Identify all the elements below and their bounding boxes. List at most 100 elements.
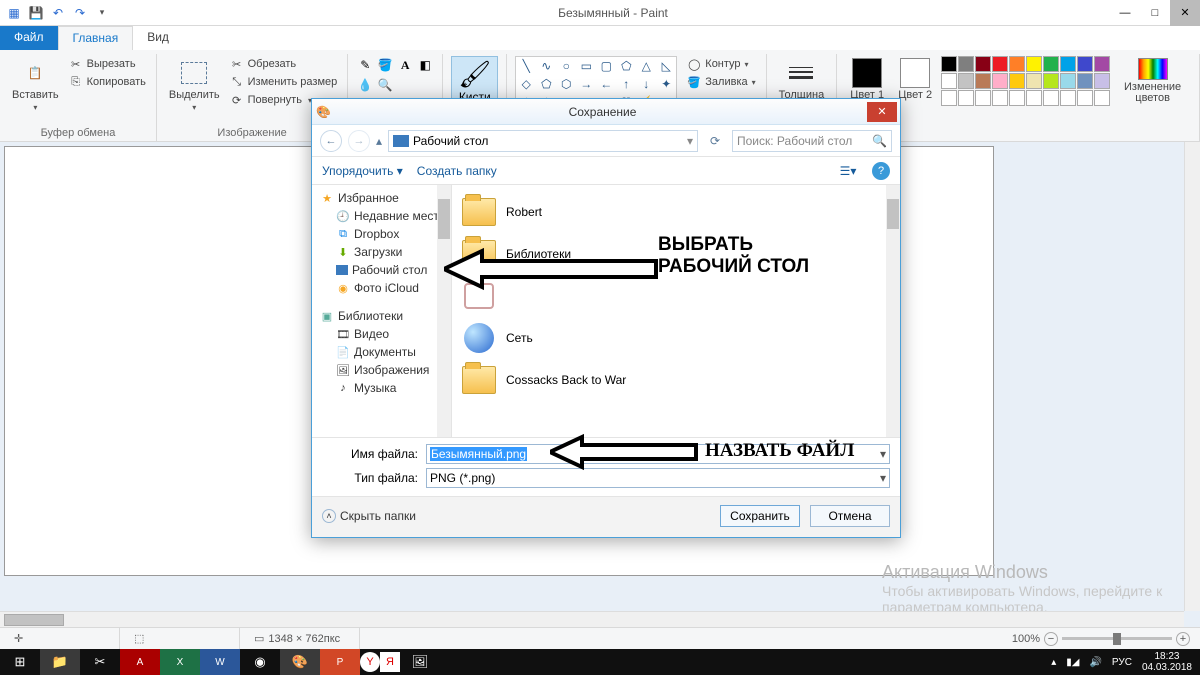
zoom-out-button[interactable]: − [1044, 632, 1058, 646]
palette-color[interactable] [1043, 73, 1059, 89]
hide-folders-button[interactable]: ˄Скрыть папки [322, 509, 416, 523]
palette-color[interactable] [958, 90, 974, 106]
maximize-button[interactable]: □ [1140, 0, 1170, 26]
tab-home[interactable]: Главная [58, 26, 134, 50]
nav-forward-button[interactable]: → [348, 130, 370, 152]
organize-button[interactable]: Упорядочить ▾ [322, 164, 403, 178]
taskbar-word[interactable]: W [200, 649, 240, 675]
palette-color[interactable] [1009, 90, 1025, 106]
taskbar-excel[interactable]: X [160, 649, 200, 675]
palette-color[interactable] [1077, 73, 1093, 89]
eraser-tool[interactable]: ◧ [416, 56, 434, 74]
tray-lang[interactable]: РУС [1112, 657, 1132, 668]
palette-color[interactable] [1094, 73, 1110, 89]
text-tool[interactable]: A [396, 56, 414, 74]
filename-input[interactable]: Безымянный.png▾ [426, 444, 890, 464]
tree-documents[interactable]: 📄Документы [314, 343, 449, 361]
palette-color[interactable] [1060, 56, 1076, 72]
palette-color[interactable] [975, 90, 991, 106]
tab-file[interactable]: Файл [0, 26, 58, 50]
tree-dropbox[interactable]: ⧉Dropbox [314, 225, 449, 243]
edit-colors-button[interactable]: Изменение цветов [1114, 56, 1191, 106]
palette-color[interactable] [992, 73, 1008, 89]
shape-darrow[interactable]: ↓ [636, 75, 656, 93]
palette-color[interactable] [958, 73, 974, 89]
palette-color[interactable] [975, 73, 991, 89]
tray-clock[interactable]: 18:23 04.03.2018 [1142, 651, 1192, 673]
taskbar-paint[interactable]: 🎨 [280, 649, 320, 675]
tree-desktop[interactable]: Рабочий стол [314, 261, 449, 279]
shape-larrow[interactable]: ← [596, 75, 616, 93]
palette-color[interactable] [992, 90, 1008, 106]
close-button[interactable]: ✕ [1170, 0, 1200, 26]
zoom-thumb[interactable] [1113, 633, 1121, 645]
file-libraries[interactable]: Библиотеки [460, 233, 892, 275]
palette-color[interactable] [992, 56, 1008, 72]
palette-color[interactable] [975, 56, 991, 72]
tray-volume-icon[interactable]: 🔊 [1089, 657, 1101, 668]
view-options-button[interactable]: ☰▾ [838, 161, 858, 181]
palette-color[interactable] [1043, 56, 1059, 72]
tree-recent[interactable]: 🕘Недавние места [314, 207, 449, 225]
shape-poly[interactable]: ⬠ [616, 57, 636, 75]
resize-button[interactable]: ⤡Изменить размер [228, 74, 340, 90]
shape-oval[interactable]: ○ [556, 57, 576, 75]
tree-icloud[interactable]: ◉Фото iCloud [314, 279, 449, 297]
shape-hex[interactable]: ⬡ [556, 75, 576, 93]
qat-customize-icon[interactable]: ▾ [92, 3, 112, 23]
shape-rect[interactable]: ▭ [576, 57, 596, 75]
dialog-close-button[interactable]: ✕ [867, 102, 897, 122]
palette-color[interactable] [1094, 90, 1110, 106]
zoom-slider[interactable] [1062, 637, 1172, 640]
shape-4star[interactable]: ✦ [656, 75, 676, 93]
palette-color[interactable] [941, 90, 957, 106]
shape-rarrow[interactable]: → [576, 75, 596, 93]
shape-roundrect[interactable]: ▢ [596, 57, 616, 75]
palette-color[interactable] [941, 73, 957, 89]
shape-rtri[interactable]: ◺ [656, 57, 676, 75]
outline-button[interactable]: ◯Контур▾ [685, 56, 757, 72]
picker-tool[interactable]: 💧 [356, 76, 374, 94]
new-folder-button[interactable]: Создать папку [417, 164, 497, 178]
copy-button[interactable]: ⎘Копировать [67, 74, 148, 90]
save-icon[interactable]: 💾 [26, 3, 46, 23]
palette-color[interactable] [1077, 90, 1093, 106]
shape-pent[interactable]: ⬠ [536, 75, 556, 93]
palette-color[interactable] [958, 56, 974, 72]
pencil-tool[interactable]: ✎ [356, 56, 374, 74]
cancel-button[interactable]: Отмена [810, 505, 890, 527]
tree-music[interactable]: ♪Музыка [314, 379, 449, 397]
zoom-in-button[interactable]: + [1176, 632, 1190, 646]
fill-shape-button[interactable]: 🪣Заливка▾ [685, 74, 757, 90]
tree-downloads[interactable]: ⬇Загрузки [314, 243, 449, 261]
filetype-combo[interactable]: PNG (*.png) [426, 468, 890, 488]
shape-tri[interactable]: △ [636, 57, 656, 75]
files-scrollbar[interactable] [886, 185, 900, 437]
taskbar-yandex2[interactable]: Я [380, 652, 400, 672]
tray-network-icon[interactable]: ▮◢ [1066, 657, 1079, 668]
shape-curve[interactable]: ∿ [536, 57, 556, 75]
file-list[interactable]: Robert Библиотеки Сеть Cossacks Back to … [452, 185, 900, 437]
minimize-button[interactable]: — [1110, 0, 1140, 26]
palette-color[interactable] [1043, 90, 1059, 106]
taskbar-snip[interactable]: ✂ [80, 649, 120, 675]
file-cossacks[interactable]: Cossacks Back to War [460, 359, 892, 401]
cut-button[interactable]: ✂Вырезать [67, 56, 148, 72]
hscroll-thumb[interactable] [4, 614, 64, 626]
nav-tree[interactable]: ★Избранное 🕘Недавние места ⧉Dropbox ⬇Заг… [312, 185, 452, 437]
color2-button[interactable]: Цвет 2 [893, 56, 937, 103]
palette-color[interactable] [941, 56, 957, 72]
tree-libraries[interactable]: ▣Библиотеки [320, 309, 449, 323]
taskbar-yandex1[interactable]: Y [360, 652, 380, 672]
magnifier-tool[interactable]: 🔍 [376, 76, 394, 94]
shape-line[interactable]: ╲ [516, 57, 536, 75]
address-bar[interactable]: Рабочий стол ▾ [388, 130, 698, 152]
file-network[interactable]: Сеть [460, 317, 892, 359]
tree-scrollbar[interactable] [437, 185, 451, 437]
tree-scroll-thumb[interactable] [438, 199, 450, 239]
palette-color[interactable] [1060, 90, 1076, 106]
help-button[interactable]: ? [872, 162, 890, 180]
nav-back-button[interactable]: ← [320, 130, 342, 152]
paint-icon[interactable]: ▦ [4, 3, 24, 23]
start-button[interactable]: ⊞ [0, 649, 40, 675]
